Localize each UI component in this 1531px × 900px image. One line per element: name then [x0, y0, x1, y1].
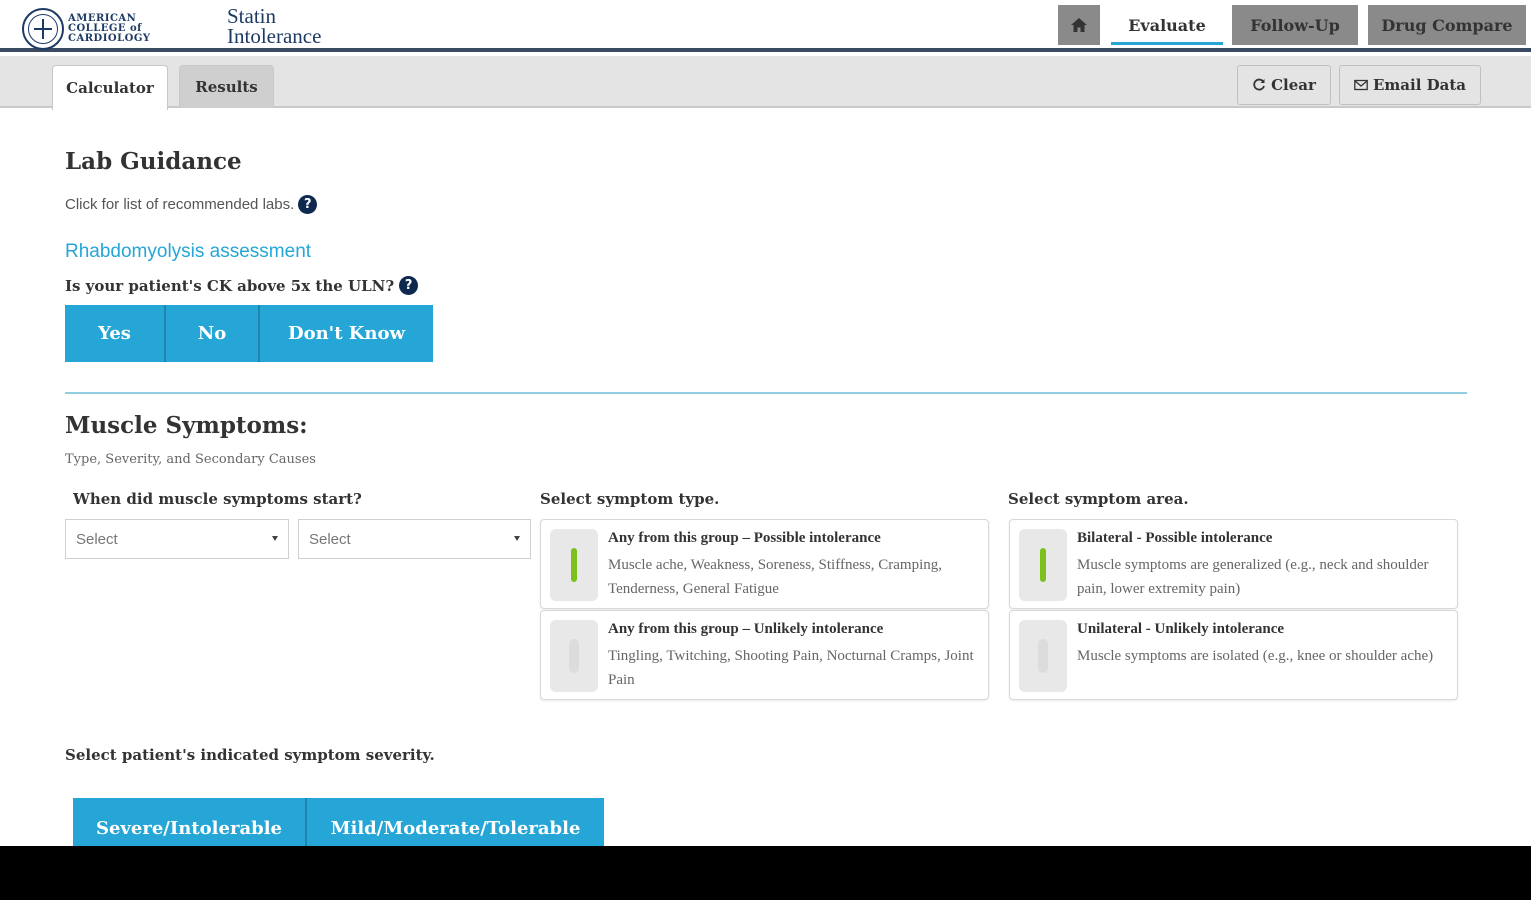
symptom-start-label: When did muscle symptoms start?: [73, 490, 362, 508]
app-window: AMERICAN COLLEGE of CARDIOLOGY Statin In…: [0, 0, 1531, 846]
lab-guidance-title: Lab Guidance: [65, 148, 242, 175]
home-button[interactable]: [1058, 5, 1100, 45]
symptom-type-option-possible[interactable]: Any from this group – Possible intoleran…: [540, 519, 989, 609]
option-toggle[interactable]: [550, 620, 598, 692]
ck-yes-button[interactable]: Yes: [65, 305, 166, 362]
select-value: Select: [76, 530, 118, 548]
severity-answer-group: Severe/Intolerable Mild/Moderate/Tolerab…: [73, 798, 604, 846]
symptom-start-select-2[interactable]: Select: [298, 519, 531, 559]
select-value: Select: [309, 530, 351, 548]
app-title: Statin Intolerance: [227, 4, 322, 48]
option-description: Tingling, Twitching, Shooting Pain, Noct…: [608, 648, 974, 688]
ck-question-text: Is your patient's CK above 5x the ULN?: [65, 276, 395, 295]
toggle-on-indicator: [571, 548, 577, 582]
envelope-icon: [1354, 79, 1368, 91]
toggle-off-indicator: [1038, 639, 1048, 673]
option-title: Any from this group – Unlikely intoleran…: [608, 621, 884, 637]
app-header: AMERICAN COLLEGE of CARDIOLOGY Statin In…: [0, 0, 1531, 52]
nav-evaluate[interactable]: Evaluate: [1111, 5, 1223, 45]
lab-guidance-link[interactable]: Click for list of recommended labs. ?: [65, 195, 318, 214]
symptom-type-label: Select symptom type.: [540, 490, 720, 508]
option-toggle[interactable]: [1019, 620, 1067, 692]
section-divider: [65, 392, 1467, 394]
ck-no-button[interactable]: No: [166, 305, 260, 362]
tabs-bar: Calculator Results Clear Email Data: [0, 56, 1531, 110]
option-toggle[interactable]: [550, 529, 598, 601]
option-description: Muscle ache, Weakness, Soreness, Stiffne…: [608, 557, 943, 597]
symptom-area-option-bilateral[interactable]: Bilateral - Possible intolerance Muscle …: [1009, 519, 1458, 609]
acc-seal-icon: [22, 8, 64, 50]
toggle-on-indicator: [1040, 548, 1046, 582]
nav-follow-up[interactable]: Follow-Up: [1232, 5, 1358, 45]
acc-logo[interactable]: AMERICAN COLLEGE of CARDIOLOGY: [22, 8, 151, 50]
severity-severe-button[interactable]: Severe/Intolerable: [73, 798, 307, 846]
email-data-button[interactable]: Email Data: [1339, 65, 1481, 105]
tab-results[interactable]: Results: [179, 65, 274, 108]
ck-dont-know-button[interactable]: Don't Know: [260, 305, 433, 362]
severity-label: Select patient's indicated symptom sever…: [65, 746, 435, 764]
caret-down-icon: [272, 536, 278, 541]
symptom-area-label: Select symptom area.: [1008, 490, 1189, 508]
clear-label: Clear: [1271, 76, 1316, 94]
muscle-symptoms-subtitle: Type, Severity, and Secondary Causes: [65, 452, 316, 467]
toggle-off-indicator: [569, 639, 579, 673]
option-toggle[interactable]: [1019, 529, 1067, 601]
option-title: Any from this group – Possible intoleran…: [608, 530, 881, 546]
tab-calculator[interactable]: Calculator: [52, 65, 168, 110]
ck-answer-group: Yes No Don't Know: [65, 305, 433, 362]
logo-wordmark: AMERICAN COLLEGE of CARDIOLOGY: [68, 13, 151, 44]
symptom-area-option-unilateral[interactable]: Unilateral - Unlikely intolerance Muscle…: [1009, 610, 1458, 700]
home-icon: [1071, 18, 1087, 32]
ck-question: Is your patient's CK above 5x the ULN? ?: [65, 276, 419, 295]
option-description: Muscle symptoms are generalized (e.g., n…: [1077, 557, 1429, 597]
email-data-label: Email Data: [1372, 76, 1467, 94]
caret-down-icon: [514, 536, 520, 541]
option-title: Bilateral - Possible intolerance: [1077, 530, 1273, 546]
symptom-type-option-unlikely[interactable]: Any from this group – Unlikely intoleran…: [540, 610, 989, 700]
symptom-start-select-1[interactable]: Select: [65, 519, 289, 559]
nav-drug-compare[interactable]: Drug Compare: [1368, 5, 1526, 45]
refresh-icon: [1253, 78, 1265, 91]
option-title: Unilateral - Unlikely intolerance: [1077, 621, 1285, 637]
question-circle-icon[interactable]: ?: [298, 195, 318, 214]
option-description: Muscle symptoms are isolated (e.g., knee…: [1077, 648, 1434, 664]
muscle-symptoms-title: Muscle Symptoms:: [65, 412, 308, 439]
rhabdo-title: Rhabdomyolysis assessment: [65, 241, 312, 262]
lab-guidance-subtitle: Click for list of recommended labs.: [65, 196, 295, 213]
severity-mild-button[interactable]: Mild/Moderate/Tolerable: [307, 798, 604, 846]
clear-button[interactable]: Clear: [1237, 65, 1331, 105]
question-circle-icon[interactable]: ?: [399, 276, 419, 295]
